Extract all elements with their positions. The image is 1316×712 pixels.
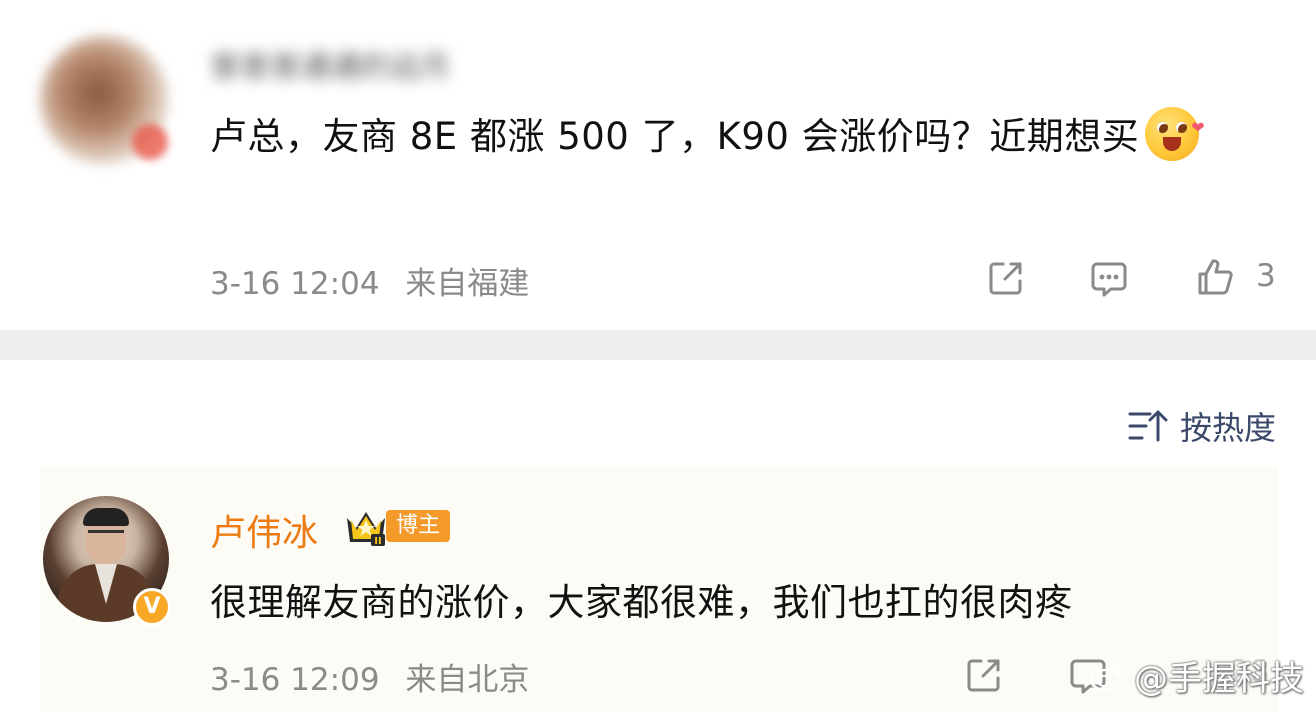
sort-by-hot-button[interactable]: 按热度 [1128, 404, 1276, 448]
svg-text:II: II [374, 536, 381, 547]
weibo-comment-page: 普普普通通的运月 卢总，友商 8E 都涨 500 了，K90 会涨价吗？近期想买… [0, 0, 1316, 712]
comment-text: 卢总，友商 8E 都涨 500 了，K90 会涨价吗？近期想买 ❤ [210, 106, 1260, 168]
comment-location: 来自福建 [405, 266, 530, 302]
section-divider [0, 330, 1316, 360]
watermark-text: @手握科技 [1134, 659, 1304, 699]
username[interactable]: 普普普通通的运月 [210, 42, 540, 82]
sort-label: 按热度 [1179, 409, 1276, 447]
heart-eyes-emoji-icon: ❤ [1145, 107, 1205, 161]
reply-text: 很理解友商的涨价，大家都很难，我们也扛的很肉疼 [210, 581, 1073, 624]
share-icon[interactable] [986, 258, 1026, 298]
crown-level-icon: II [347, 512, 385, 547]
avatar-badge-icon [132, 124, 168, 160]
reply-location: 来自北京 [405, 662, 530, 698]
top-comment: 普普普通通的运月 卢总，友商 8E 都涨 500 了，K90 会涨价吗？近期想买… [0, 0, 1316, 330]
share-icon[interactable] [964, 655, 1004, 695]
blogger-badge: 博主 [386, 510, 451, 542]
reply-meta: 3-16 12:09 来自北京 [210, 654, 545, 699]
comment-meta: 3-16 12:04 来自福建 [210, 258, 545, 303]
comment-text-content: 卢总，友商 8E 都涨 500 了，K90 会涨价吗？近期想买 [210, 115, 1140, 158]
like-icon[interactable] [1195, 257, 1235, 297]
weibo-logo-icon [1089, 662, 1127, 691]
reply-username[interactable]: 卢伟冰 [210, 504, 318, 556]
comment-icon[interactable] [1089, 259, 1129, 299]
watermark: @手握科技 [1088, 651, 1304, 700]
verified-v-icon: V [133, 588, 171, 626]
comment-date: 3-16 12:04 [210, 266, 380, 302]
like-count: 3 [1256, 258, 1276, 294]
reply-date: 3-16 12:09 [210, 662, 380, 698]
sort-icon [1128, 410, 1168, 442]
